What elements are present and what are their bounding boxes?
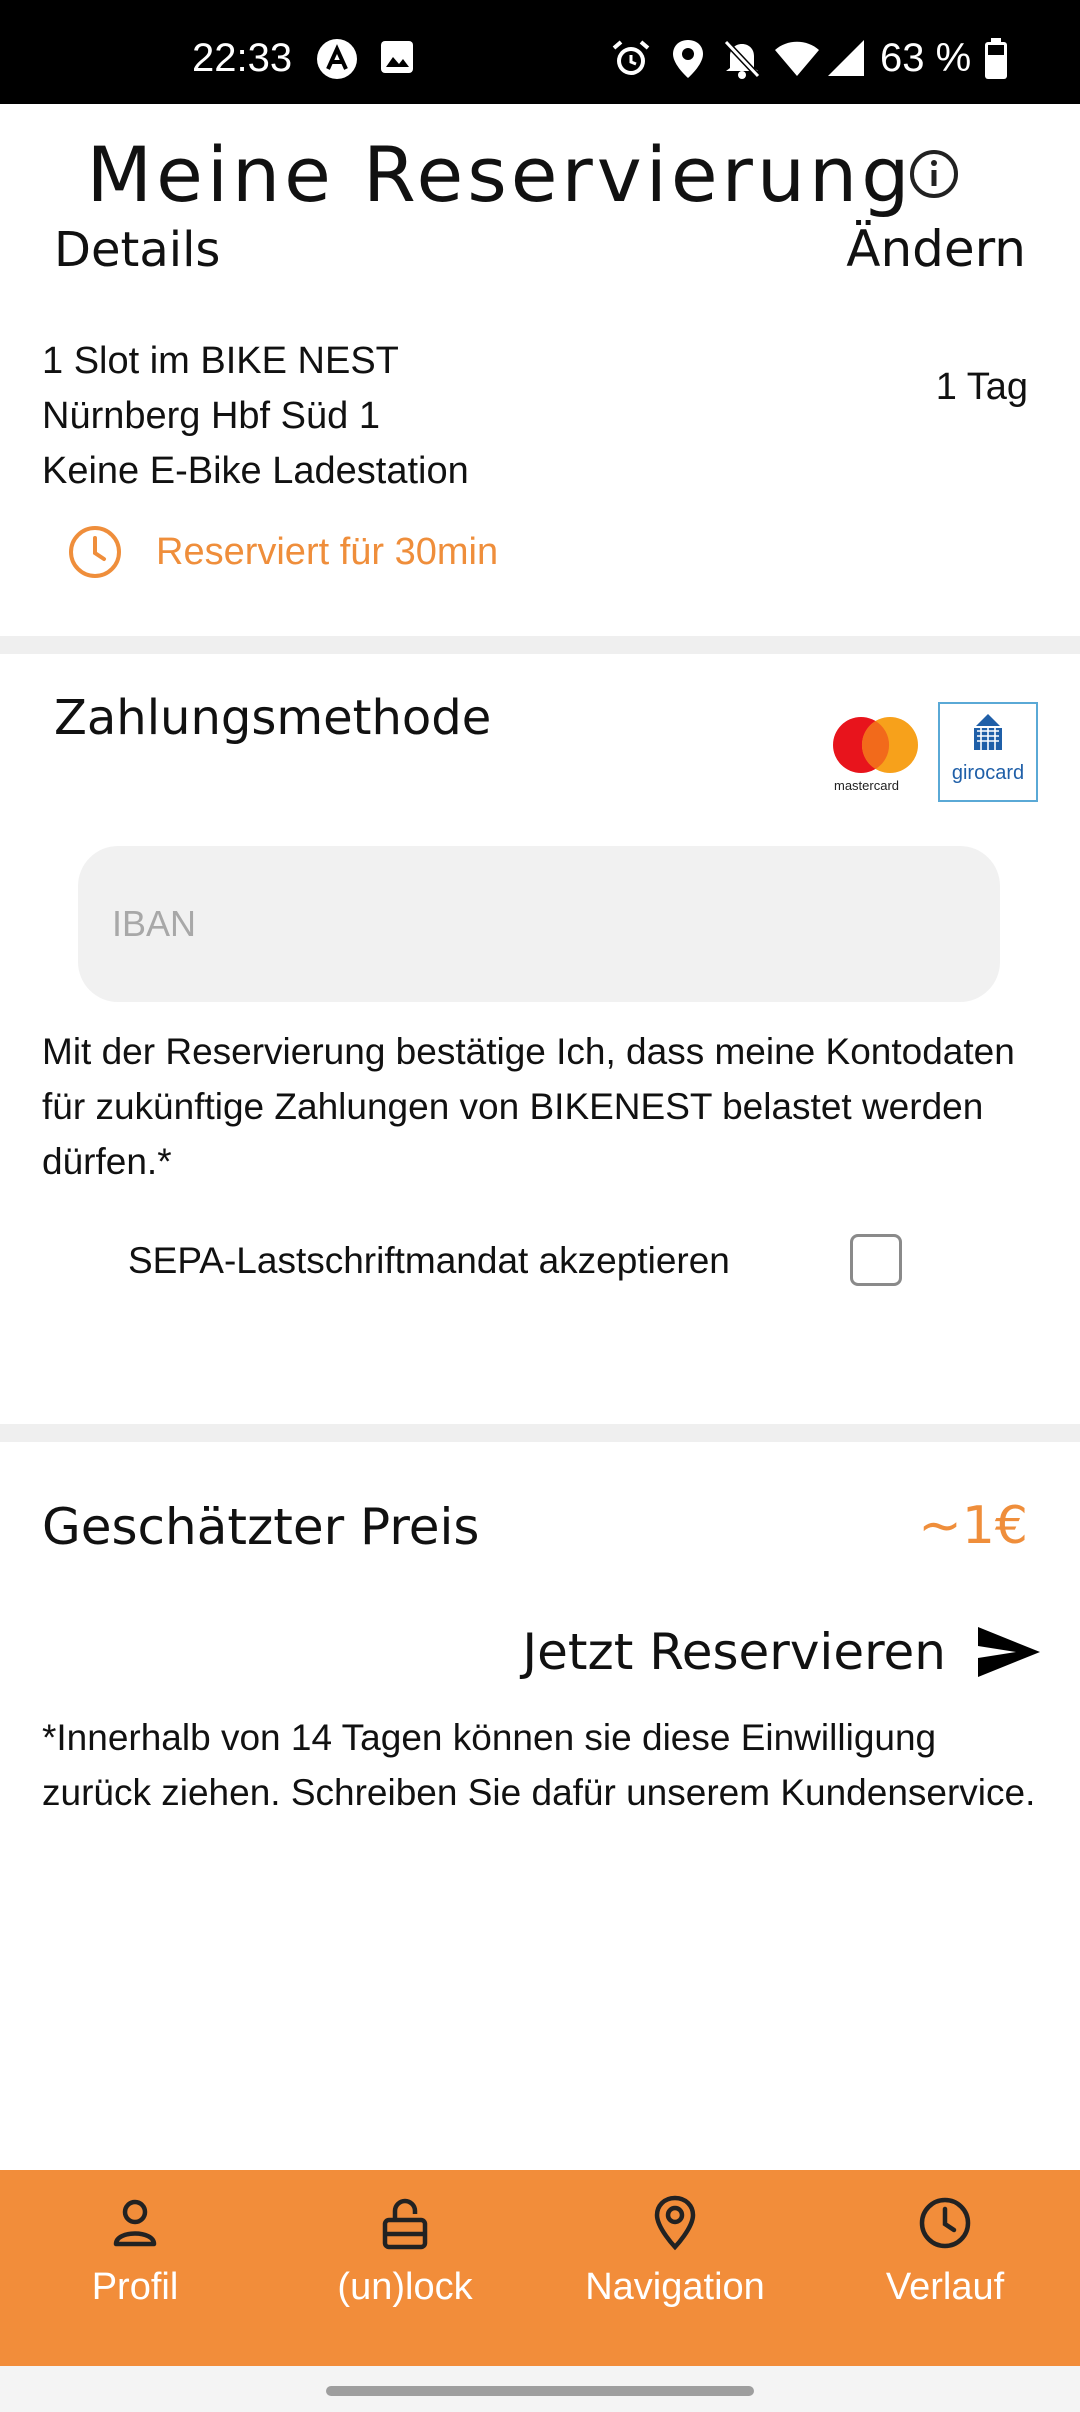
mastercard-text: mastercard [834, 778, 900, 793]
section-divider [0, 1424, 1080, 1442]
page-title: Meine Reservierung [86, 130, 914, 219]
person-icon [113, 2199, 157, 2247]
sepa-label: SEPA-Lastschriftmandat akzeptieren [128, 1240, 730, 1281]
signal-icon [826, 38, 866, 83]
mastercard-logo: mastercard [826, 708, 928, 794]
detail-location: Nürnberg Hbf Süd 1 [42, 395, 380, 437]
price-value: ~1€ [918, 1496, 1028, 1556]
reserve-button-label: Jetzt Reservieren [522, 1623, 946, 1681]
detail-slot: 1 Slot im BIKE NEST [42, 340, 399, 382]
battery-icon [984, 38, 1008, 85]
footnote-text: *Innerhalb von 14 Tagen können sie diese… [42, 1717, 1036, 1813]
sepa-checkbox[interactable] [850, 1234, 902, 1286]
clock-icon [919, 2197, 971, 2249]
location-icon [670, 38, 706, 85]
app-a-icon [316, 38, 358, 85]
clock-icon [69, 526, 121, 578]
reserved-text: Reserviert für 30min [156, 530, 499, 573]
nav-label-unlock: (un)lock [337, 2266, 473, 2308]
detail-charging: Keine E-Bike Ladestation [42, 450, 469, 492]
bell-off-icon [722, 38, 762, 85]
duration-value: 1 Tag [935, 366, 1028, 408]
nav-label-profile: Profil [91, 2266, 179, 2308]
status-bar: 22:33 63 % [0, 0, 1080, 104]
map-pin-icon [654, 2195, 696, 2251]
nav-item-history[interactable]: Verlauf [810, 2170, 1080, 2366]
nav-item-navigation[interactable]: Navigation [540, 2170, 810, 2366]
nav-label-history: Verlauf [885, 2266, 1005, 2308]
reserve-button[interactable]: Jetzt Reservieren [522, 1614, 1042, 1690]
alarm-icon [610, 38, 652, 85]
info-icon[interactable] [908, 148, 960, 205]
price-label: Geschätzter Preis [42, 1498, 480, 1556]
section-divider [0, 636, 1080, 654]
girocard-text: girocard [951, 762, 1025, 784]
lock-icon [382, 2198, 428, 2250]
details-heading: Details [54, 222, 221, 278]
battery-percent: 63 % [880, 36, 972, 80]
image-icon [378, 38, 416, 81]
iban-input[interactable] [78, 846, 1000, 1002]
status-time: 22:33 [192, 36, 293, 80]
edit-button[interactable]: Ändern [846, 220, 1026, 278]
consent-text: Mit der Reservierung bestätige Ich, dass… [42, 1031, 1015, 1182]
gesture-bar[interactable] [326, 2386, 754, 2396]
bottom-navigation: Profil (un)lock Navigation Verlauf [0, 2170, 1080, 2366]
nav-item-unlock[interactable]: (un)lock [270, 2170, 540, 2366]
reserved-timer: Reserviert für 30min [66, 520, 498, 584]
girocard-logo: girocard [938, 702, 1038, 802]
nav-item-profile[interactable]: Profil [0, 2170, 270, 2366]
send-icon [978, 1627, 1040, 1677]
wifi-icon [774, 38, 820, 83]
nav-label-navigation: Navigation [585, 2266, 765, 2308]
payment-heading: Zahlungsmethode [54, 690, 492, 746]
